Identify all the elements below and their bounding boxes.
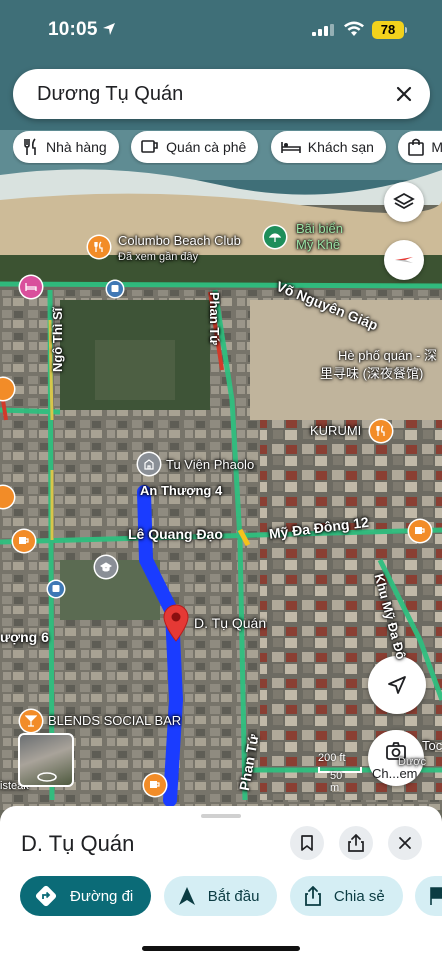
close-icon[interactable] xyxy=(392,82,416,106)
search-bar[interactable]: Dương Tụ Quán xyxy=(13,69,430,119)
restaurant-pin[interactable] xyxy=(370,420,392,442)
share-icon xyxy=(304,886,321,906)
status-bar: 10:05 78 xyxy=(0,0,442,58)
camera-label: Ch...em xyxy=(372,766,418,781)
bus-icon xyxy=(52,585,60,592)
place-title: D. Tụ Quán xyxy=(21,831,135,856)
compass-icon xyxy=(395,257,413,263)
close-button[interactable] xyxy=(388,826,422,860)
place-library[interactable]: Tu Viện Phaolo xyxy=(166,457,254,472)
status-time: 10:05 xyxy=(48,19,98,40)
school-pin[interactable] xyxy=(95,556,117,578)
restaurant-pin[interactable] xyxy=(88,236,110,258)
chip-label: Khách sạn xyxy=(307,139,374,155)
place-destination[interactable]: D. Tụ Quán xyxy=(194,615,266,631)
beach-umbrella-icon xyxy=(269,233,281,242)
school-icon xyxy=(100,562,112,572)
restaurant-icon xyxy=(376,425,385,436)
battery-level: 78 xyxy=(372,21,404,39)
street-view-thumbnail[interactable] xyxy=(18,733,74,787)
bar-pin[interactable] xyxy=(20,710,42,732)
road-ngo-thi-si: Ngô Thì Sĩ xyxy=(50,307,65,372)
place-hepho[interactable]: Hè phố quán - 深 xyxy=(338,345,437,364)
cellular-signal-icon xyxy=(312,24,334,36)
hotel-icon xyxy=(25,283,37,291)
share-icon xyxy=(348,834,364,852)
compass-button[interactable] xyxy=(384,240,424,280)
chip-cafes[interactable]: Quán cà phê xyxy=(131,131,259,163)
hotel-pin[interactable] xyxy=(20,276,42,298)
scale-feet: 200 ft xyxy=(318,752,346,764)
search-query[interactable]: Dương Tụ Quán xyxy=(37,83,183,106)
wifi-icon xyxy=(344,21,364,36)
close-icon xyxy=(399,837,411,849)
hotel-icon xyxy=(280,142,301,153)
road-an-thuong-4: An Thượng 4 xyxy=(140,483,223,498)
restaurant-icon xyxy=(24,138,36,155)
my-location-button[interactable] xyxy=(368,656,426,714)
road-phan-tu-top: Phan Tứ xyxy=(207,292,222,345)
chip-label: Mu xyxy=(431,139,442,155)
sheet-drag-handle[interactable] xyxy=(201,814,241,818)
navigation-arrow-icon xyxy=(388,676,406,694)
church-icon xyxy=(144,459,154,470)
beach-pin[interactable] xyxy=(264,226,286,248)
chip-shopping[interactable]: Mu xyxy=(398,131,442,163)
location-arrow-icon xyxy=(103,23,115,35)
layers-button[interactable] xyxy=(384,182,424,222)
shopping-icon xyxy=(408,138,425,156)
bookmark-icon xyxy=(301,835,313,851)
cafe-icon xyxy=(415,527,425,534)
cafe-icon xyxy=(150,781,160,788)
cafe-icon xyxy=(19,537,29,544)
save-button[interactable] xyxy=(290,826,324,860)
battery-cap xyxy=(405,27,407,33)
start-button[interactable]: Bắt đầu xyxy=(163,876,278,916)
place-beach[interactable]: Bãi biển Mỹ Khê xyxy=(296,221,343,253)
bus-icon xyxy=(111,285,119,292)
directions-button[interactable]: Đường đi xyxy=(20,876,152,916)
navigation-arrow-icon xyxy=(178,887,195,905)
share-label: Chia sẻ xyxy=(333,887,385,905)
place-sheet[interactable]: D. Tụ Quán Đường đi Bắt đầu Chia sẻ T xyxy=(0,806,442,960)
share-action-button[interactable]: Chia sẻ xyxy=(289,876,403,916)
cafe-icon xyxy=(141,140,158,153)
cafe-pin[interactable] xyxy=(13,530,35,552)
chip-restaurants[interactable]: Nhà hàng xyxy=(13,131,119,163)
chip-label: Nhà hàng xyxy=(46,139,107,155)
bus-stop-pin[interactable] xyxy=(107,281,123,297)
action-buttons: Đường đi Bắt đầu Chia sẻ T xyxy=(20,876,442,918)
destination-pin-icon[interactable] xyxy=(162,604,190,642)
map-scale: 200 ft 50 m xyxy=(318,752,362,794)
bus-stop-pin[interactable] xyxy=(48,581,64,597)
flag-button[interactable]: T xyxy=(415,876,442,916)
share-button[interactable] xyxy=(339,826,373,860)
cocktail-icon xyxy=(25,715,37,727)
worship-pin[interactable] xyxy=(138,453,160,475)
start-label: Bắt đầu xyxy=(207,887,260,905)
directions-label: Đường đi xyxy=(70,887,134,905)
scale-meters: 50 m xyxy=(330,770,343,794)
place-blends[interactable]: BLENDS SOCIAL BAR xyxy=(48,713,181,728)
road-duoc: Dược xyxy=(398,756,427,768)
cafe-pin[interactable] xyxy=(409,520,431,542)
layers-icon xyxy=(393,192,415,210)
chip-label: Quán cà phê xyxy=(166,139,247,155)
road-thuong-6: ượng 6 xyxy=(0,629,49,645)
directions-icon xyxy=(35,885,57,907)
flag-icon xyxy=(430,887,442,905)
cafe-pin[interactable] xyxy=(144,774,166,796)
street-view-icon xyxy=(37,772,57,782)
place-toc[interactable]: Toc xyxy=(422,738,442,753)
restaurant-icon xyxy=(94,241,103,252)
place-hepho-line2: 里寻味 (深夜餐馆) xyxy=(320,366,424,381)
road-le-quang-dao: Lê Quang Đạo xyxy=(128,526,223,542)
place-kurumi[interactable]: KURUMI xyxy=(310,423,361,438)
place-columbo[interactable]: Columbo Beach Club xyxy=(118,233,241,248)
place-columbo-subtitle: Đã xem gần đây xyxy=(118,251,199,263)
home-indicator xyxy=(142,946,300,951)
chip-hotels[interactable]: Khách sạn xyxy=(270,131,386,163)
category-chips: Nhà hàng Quán cà phê Khách sạn Mu xyxy=(13,131,442,165)
